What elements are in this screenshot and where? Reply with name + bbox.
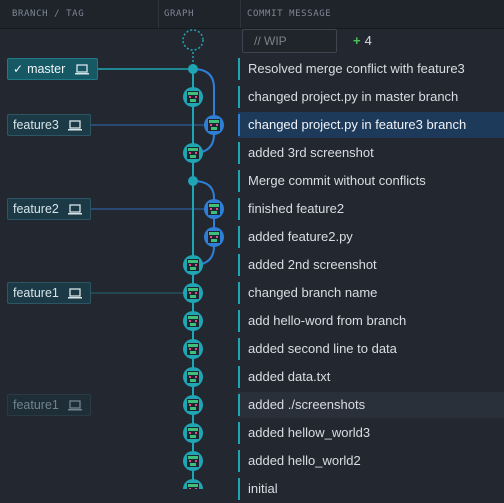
wip-added-count: 4 bbox=[364, 33, 372, 48]
commit-message: changed project.py in feature3 branch bbox=[248, 117, 467, 132]
commit-row[interactable]: added 2nd screenshot bbox=[0, 251, 504, 279]
commit-row[interactable]: finished feature2 bbox=[0, 195, 504, 223]
commit-message: added data.txt bbox=[248, 369, 331, 384]
commit-row[interactable]: added data.txt bbox=[0, 363, 504, 391]
commit-message: added second line to data bbox=[248, 341, 397, 356]
commit-row[interactable]: changed project.py in master branch bbox=[0, 83, 504, 111]
wip-file-count[interactable]: +4 bbox=[353, 30, 372, 52]
commit-row[interactable]: changed branch name bbox=[0, 279, 504, 307]
commit-message: finished feature2 bbox=[248, 201, 345, 216]
wip-message-input[interactable]: // WIP bbox=[242, 29, 337, 53]
commit-message: initial bbox=[248, 481, 278, 496]
commit-row[interactable]: added 3rd screenshot bbox=[0, 139, 504, 167]
commit-row-hovered[interactable]: added ./screenshots bbox=[0, 391, 504, 419]
commit-row[interactable]: initial bbox=[0, 475, 504, 503]
commit-row[interactable]: add hello-word from branch bbox=[0, 307, 504, 335]
commit-message: added 3rd screenshot bbox=[248, 145, 374, 160]
commit-row[interactable]: added second line to data bbox=[0, 335, 504, 363]
commit-message: changed project.py in master branch bbox=[248, 89, 459, 104]
commit-row[interactable]: Resolved merge conflict with feature3 bbox=[0, 55, 504, 83]
wip-node bbox=[182, 29, 204, 51]
commit-message: added 2nd screenshot bbox=[248, 257, 377, 272]
commit-message: added hello_world2 bbox=[248, 453, 361, 468]
commit-row[interactable]: added hellow_world3 bbox=[0, 419, 504, 447]
commit-message: added hellow_world3 bbox=[248, 425, 371, 440]
commit-message: add hello-word from branch bbox=[248, 313, 407, 328]
commit-message: added ./screenshots bbox=[248, 397, 366, 412]
plus-icon: + bbox=[353, 33, 361, 48]
commit-message: Merge commit without conflicts bbox=[248, 173, 426, 188]
commit-message: changed branch name bbox=[248, 285, 378, 300]
commit-message: added feature2.py bbox=[248, 229, 353, 244]
commit-row[interactable]: added feature2.py bbox=[0, 223, 504, 251]
commit-row-selected[interactable]: changed project.py in feature3 branch bbox=[0, 111, 504, 139]
commit-row[interactable]: added hello_world2 bbox=[0, 447, 504, 475]
commit-message: Resolved merge conflict with feature3 bbox=[248, 61, 465, 76]
commit-row[interactable]: Merge commit without conflicts bbox=[0, 167, 504, 195]
